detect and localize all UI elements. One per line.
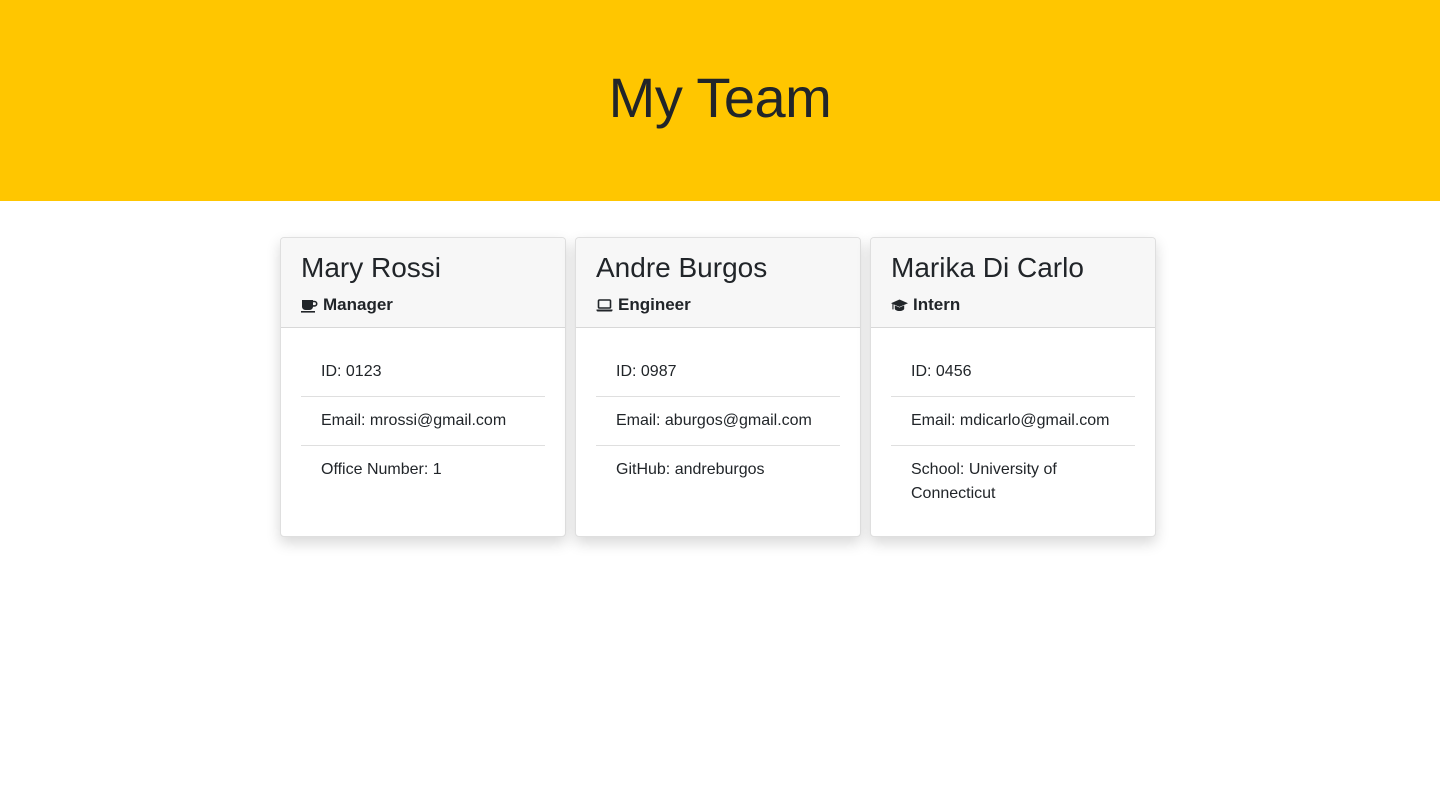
role-label: Engineer [618, 295, 691, 314]
employee-role: Intern [891, 294, 1135, 316]
graduation-cap-icon [891, 298, 908, 313]
card-header: Mary Rossi Manager [281, 238, 565, 328]
employee-email: Email: aburgos@gmail.com [596, 397, 840, 446]
employee-role: Manager [301, 294, 545, 316]
role-label: Intern [913, 295, 961, 314]
employee-email: Email: mdicarlo@gmail.com [891, 397, 1135, 446]
card-body: ID: 0456 Email: mdicarlo@gmail.com Schoo… [871, 328, 1155, 518]
employee-github: GitHub: andreburgos [616, 461, 765, 478]
employee-school: School: University of Connecticut [911, 461, 1057, 502]
employee-card: Marika Di Carlo Intern ID: 0456 Email: m… [870, 237, 1156, 537]
page-title: My Team [608, 66, 832, 129]
employee-id: ID: 0123 [301, 348, 545, 397]
employee-role: Engineer [596, 294, 840, 316]
employee-id: ID: 0456 [891, 348, 1135, 397]
laptop-icon [596, 298, 613, 313]
employee-name: Marika Di Carlo [891, 252, 1084, 283]
employee-name: Andre Burgos [596, 252, 768, 283]
card-header: Marika Di Carlo Intern [871, 238, 1155, 328]
employee-id: ID: 0987 [596, 348, 840, 397]
employee-email: Email: mrossi@gmail.com [301, 397, 545, 446]
card-body: ID: 0987 Email: aburgos@gmail.com GitHub… [576, 328, 860, 494]
employee-office-number: Office Number: 1 [321, 461, 442, 478]
role-label: Manager [323, 295, 393, 314]
header-banner: My Team [0, 0, 1440, 201]
employee-card: Andre Burgos Engineer ID: 0987 Email: ab… [575, 237, 861, 537]
card-body: ID: 0123 Email: mrossi@gmail.com Office … [281, 328, 565, 494]
coffee-icon [301, 298, 318, 313]
team-cards: Mary Rossi Manager ID: 0123 Email: mross… [280, 237, 1156, 537]
employee-name: Mary Rossi [301, 252, 442, 283]
card-header: Andre Burgos Engineer [576, 238, 860, 328]
employee-card: Mary Rossi Manager ID: 0123 Email: mross… [280, 237, 566, 537]
